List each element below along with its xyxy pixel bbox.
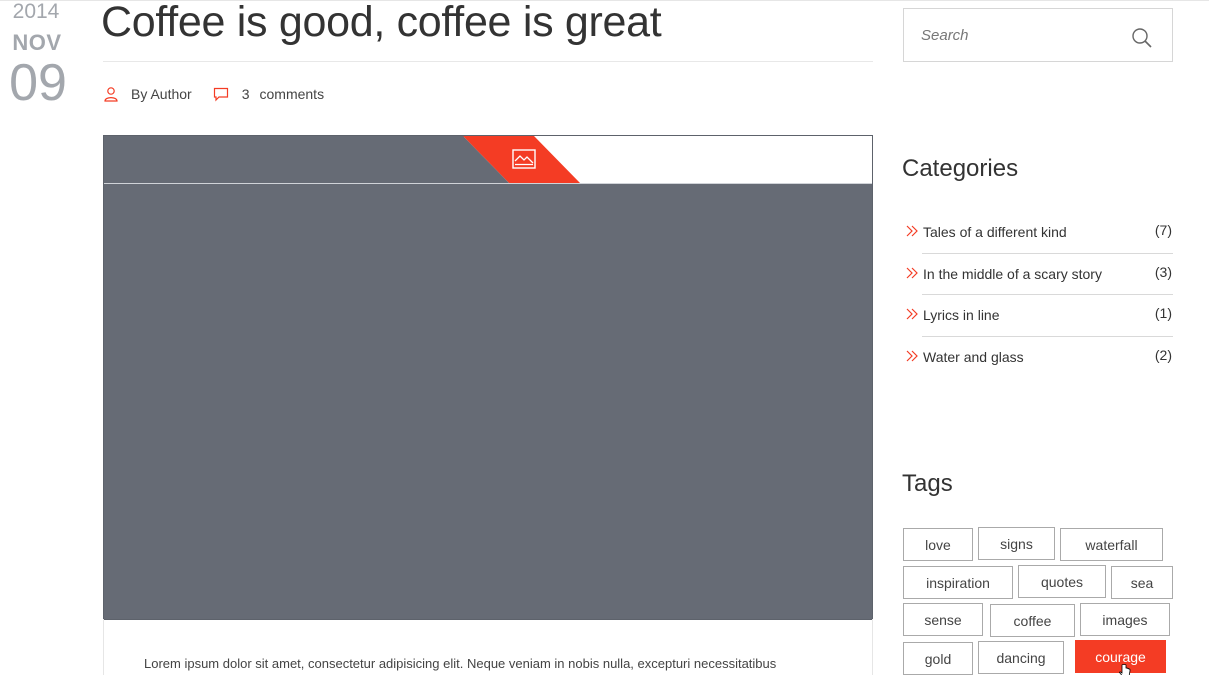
- double-chevron-right-icon: [906, 308, 918, 320]
- categories-list: Tales of a different kind (7) In the mid…: [903, 212, 1173, 378]
- comment-count[interactable]: 3: [242, 86, 250, 102]
- user-icon: [103, 86, 119, 102]
- tag-quotes[interactable]: quotes: [1018, 565, 1106, 598]
- date-month: NOV: [12, 30, 62, 55]
- mouse-cursor-icon: [1119, 664, 1131, 675]
- tag-signs[interactable]: signs: [978, 527, 1055, 560]
- tag-sea[interactable]: sea: [1111, 566, 1173, 599]
- double-chevron-right-icon: [906, 267, 918, 278]
- double-chevron-right-icon: [906, 350, 918, 361]
- tag-coffee[interactable]: coffee: [990, 604, 1075, 637]
- category-item[interactable]: Tales of a different kind (7): [903, 212, 1173, 254]
- search-widget: [903, 8, 1173, 62]
- tag-waterfall[interactable]: waterfall: [1060, 528, 1163, 561]
- post-title[interactable]: Coffee is good, coffee is great: [101, 0, 662, 47]
- category-count: (7): [1154, 222, 1172, 238]
- category-label[interactable]: In the middle of a scary story: [923, 266, 1102, 282]
- image-icon: [512, 149, 536, 169]
- search-input[interactable]: [904, 9, 1114, 61]
- category-count: (2): [1154, 346, 1172, 363]
- author-link[interactable]: By Author: [131, 86, 192, 102]
- tag-gold[interactable]: gold: [903, 642, 973, 675]
- tag-sense[interactable]: sense: [903, 603, 983, 636]
- categories-title: Categories: [902, 155, 1019, 182]
- category-label[interactable]: Water and glass: [923, 349, 1024, 365]
- tag-images[interactable]: images: [1080, 603, 1170, 636]
- tags-title: Tags: [902, 470, 953, 497]
- tag-inspiration[interactable]: inspiration: [903, 566, 1013, 599]
- post-excerpt: Lorem ipsum dolor sit amet, consectetur …: [144, 656, 777, 671]
- category-count: (1): [1154, 305, 1172, 321]
- featured-image[interactable]: [103, 135, 873, 620]
- category-label[interactable]: Lyrics in line: [923, 307, 1000, 323]
- category-item[interactable]: Water and glass (2): [903, 337, 1173, 379]
- tag-dancing[interactable]: dancing: [978, 641, 1064, 674]
- category-count: (3): [1154, 263, 1172, 280]
- category-item[interactable]: In the middle of a scary story (3): [903, 254, 1173, 295]
- media-strip-line: [104, 183, 872, 184]
- double-chevron-right-icon: [906, 225, 918, 237]
- post-meta: By Author 3 comments: [103, 84, 324, 104]
- title-divider: [103, 61, 873, 62]
- category-label[interactable]: Tales of a different kind: [923, 224, 1067, 240]
- date-day: 09: [9, 54, 67, 112]
- search-icon[interactable]: [1130, 26, 1154, 50]
- date-year: 2014: [12, 0, 60, 23]
- tag-love[interactable]: love: [903, 528, 973, 561]
- media-top-left: [104, 136, 464, 184]
- comment-icon: [213, 86, 229, 102]
- comment-label[interactable]: comments: [260, 86, 325, 102]
- category-item[interactable]: Lyrics in line (1): [903, 295, 1173, 337]
